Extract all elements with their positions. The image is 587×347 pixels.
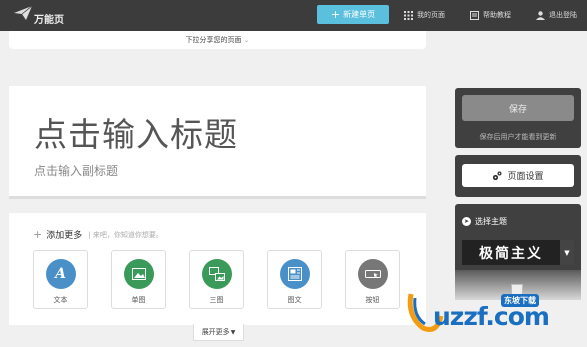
theme-header: ➤ 选择主题 xyxy=(462,216,507,227)
add-article-tile[interactable]: 图文 xyxy=(267,250,322,309)
share-label: 下拉分享您的页面 xyxy=(185,36,242,44)
tile-label: 按钮 xyxy=(365,296,380,304)
expand-more-button[interactable]: 展开更多 ▼ xyxy=(193,324,244,341)
watermark: 东坡下载 uzzf.com xyxy=(405,282,585,344)
nav-help[interactable]: 帮助教程 xyxy=(470,9,511,21)
caret-down-icon: ▼ xyxy=(230,328,236,336)
theme-heading: 选择主题 xyxy=(475,217,507,226)
top-bar: 万能页 + 新建单页 我的页面 帮助教程 退出登陆 xyxy=(0,0,587,31)
nav-help-label: 帮助教程 xyxy=(483,11,511,19)
title-card: 点击输入标题 点击输入副标题 xyxy=(9,86,426,199)
text-icon: A xyxy=(45,259,76,289)
add-more-heading: 添加更多 xyxy=(46,231,83,241)
caret-down-icon: ▼ xyxy=(560,240,574,265)
plus-icon: + xyxy=(330,8,341,21)
nav-my-pages[interactable]: 我的页面 xyxy=(404,9,445,21)
logo-text: 万能页 xyxy=(34,15,64,26)
gear-icon xyxy=(493,171,502,180)
expand-label: 展开更多 xyxy=(201,328,230,336)
page-subtitle-input[interactable]: 点击输入副标题 xyxy=(34,162,118,179)
add-button-tile[interactable]: 按钮 xyxy=(345,250,400,309)
add-single-image-tile[interactable]: 单图 xyxy=(111,250,166,309)
nav-logout[interactable]: 退出登陆 xyxy=(536,9,577,21)
save-panel: 保存 保存后用户才能看到更新 xyxy=(455,88,581,148)
add-more-card: + 添加更多 | 来吧，你知道你想要。 A 文本 单图 三图 图文 按钮 xyxy=(9,213,426,325)
new-page-button[interactable]: + 新建单页 xyxy=(317,5,389,24)
watermark-text: uzzf.com xyxy=(433,302,550,331)
grid-icon xyxy=(404,10,413,20)
page-settings-button[interactable]: 页面设置 xyxy=(462,164,574,187)
theme-select[interactable]: 极简主义 ▼ xyxy=(462,240,574,265)
nav-logout-label: 退出登陆 xyxy=(549,11,577,19)
button-icon xyxy=(357,259,388,289)
images-icon xyxy=(201,259,232,289)
tile-label: 文本 xyxy=(53,296,68,304)
image-icon xyxy=(123,259,154,289)
user-icon xyxy=(536,10,545,20)
tile-label: 图文 xyxy=(287,296,302,304)
book-icon xyxy=(470,10,479,20)
chevron-down-icon: ⌄ xyxy=(243,36,250,44)
save-button[interactable]: 保存 xyxy=(462,95,574,121)
page-title-input[interactable]: 点击输入标题 xyxy=(34,108,238,156)
nav-my-pages-label: 我的页面 xyxy=(417,11,445,19)
page-settings-label: 页面设置 xyxy=(507,172,544,182)
new-page-label: 新建单页 xyxy=(343,10,376,19)
add-three-images-tile[interactable]: 三图 xyxy=(189,250,244,309)
logo[interactable]: 万能页 xyxy=(14,6,74,26)
save-note: 保存后用户才能看到更新 xyxy=(479,133,557,141)
settings-panel: 页面设置 xyxy=(455,155,581,197)
add-text-tile[interactable]: A 文本 xyxy=(33,250,88,309)
tile-label: 三图 xyxy=(209,296,224,304)
paper-plane-icon xyxy=(14,6,32,20)
add-more-header: + 添加更多 | 来吧，你知道你想要。 xyxy=(33,228,163,241)
share-pulldown[interactable]: 下拉分享您的页面 ⌄ xyxy=(9,31,426,49)
article-icon xyxy=(279,259,310,289)
add-more-hint: | 来吧，你知道你想要。 xyxy=(88,230,163,239)
plus-icon: + xyxy=(33,228,43,241)
tile-label: 单图 xyxy=(131,296,146,304)
arrow-icon: ➤ xyxy=(462,217,471,226)
theme-name: 极简主义 xyxy=(479,245,543,262)
